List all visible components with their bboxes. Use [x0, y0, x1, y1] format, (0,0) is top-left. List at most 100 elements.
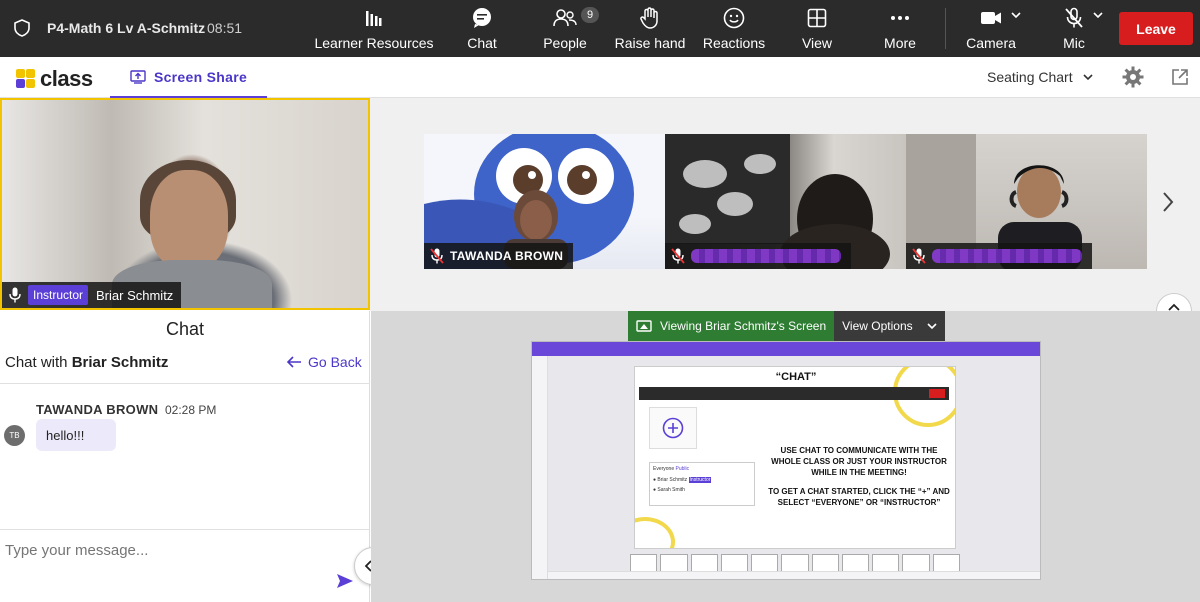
tab-screen-share-label: Screen Share: [153, 68, 248, 85]
participant-gallery: TAWANDA BROWN: [370, 98, 1200, 329]
chat-label: Chat: [467, 35, 497, 51]
participant-name: TAWANDA BROWN: [450, 249, 564, 263]
divider: [0, 383, 370, 384]
raise-hand-button[interactable]: Raise hand: [615, 0, 685, 57]
plus-icon: [662, 417, 684, 439]
screen-share-area: Viewing Briar Schmitz's Screen View Opti…: [371, 311, 1200, 602]
slide-list-item: ● Briar Schmitz Instructor: [653, 477, 712, 483]
chat-recipient: Chat with Briar Schmitz: [5, 354, 168, 371]
video-camera-icon: [979, 6, 1003, 30]
slide-thumbnails: [630, 554, 960, 572]
participant-tile[interactable]: [665, 134, 906, 269]
popout-icon[interactable]: [1171, 68, 1189, 86]
slide-title: “CHAT”: [775, 371, 817, 383]
layout-grid-icon: [805, 6, 829, 30]
learner-resources-button[interactable]: Learner Resources: [314, 0, 434, 57]
instructor-name-label: Instructor Briar Schmitz: [2, 282, 182, 308]
participant-name-label: [665, 243, 851, 269]
slide-recipient-list-image: Everyone Public ● Briar Schmitz Instruct…: [649, 462, 755, 506]
screen-share-icon: [130, 69, 146, 84]
chat-message-input[interactable]: [5, 542, 335, 559]
people-button[interactable]: People 9: [541, 0, 599, 57]
chat-panel-title: Chat: [165, 319, 205, 339]
message-sender: TAWANDA BROWN: [36, 402, 159, 417]
meeting-timer: 08:51: [207, 20, 243, 36]
chat-button[interactable]: Chat: [462, 0, 502, 57]
chat-panel: Chat Chat with Briar Schmitz Go Back TAW…: [0, 311, 392, 602]
class-logo-icon: [16, 69, 36, 89]
view-options-dropdown[interactable]: View Options: [834, 311, 945, 341]
instructor-name: Briar Schmitz: [96, 287, 174, 303]
yellow-swirl-decoration: [635, 517, 675, 548]
gear-icon[interactable]: [1122, 66, 1144, 88]
raise-hand-label: Raise hand: [614, 35, 686, 51]
room-title: P4-Math 6 Lv A-Schmitz: [47, 20, 206, 36]
tab-screen-share[interactable]: Screen Share: [110, 57, 267, 98]
shared-app-toolbar: [532, 342, 1040, 356]
instructor-video-face: [150, 170, 228, 270]
shared-screen-content[interactable]: “CHAT” Everyone Public ● Briar Schmitz I…: [531, 341, 1041, 580]
send-icon[interactable]: [336, 573, 354, 589]
mic-options-chevron-icon[interactable]: [1093, 10, 1103, 20]
leave-button[interactable]: Leave: [1119, 12, 1193, 45]
instructor-video-tile[interactable]: Instructor Briar Schmitz: [0, 98, 370, 310]
mic-button[interactable]: Mic: [1060, 0, 1088, 57]
reactions-label: Reactions: [702, 35, 766, 51]
smiley-icon: [722, 6, 746, 30]
seating-chart-label: Seating Chart: [987, 69, 1073, 85]
participant-name-label: [906, 243, 1092, 269]
mic-icon: [2, 282, 28, 308]
mic-off-icon: [1062, 6, 1086, 30]
camera-button[interactable]: Camera: [965, 0, 1017, 57]
screen-share-banner: Viewing Briar Schmitz's Screen View Opti…: [628, 311, 945, 341]
participant-name-label: TAWANDA BROWN: [424, 243, 574, 269]
mic-label: Mic: [1063, 35, 1085, 51]
avatar: TB: [4, 425, 25, 446]
camera-label: Camera: [966, 35, 1016, 51]
shared-app-sidebar: [532, 356, 548, 579]
meeting-toolbar: P4-Math 6 Lv A-Schmitz 08:51 Learner Res…: [0, 0, 1200, 57]
divider: [0, 529, 370, 530]
slide-plus-button-image: [649, 407, 697, 449]
chat-bubble-icon: [470, 6, 494, 30]
reactions-button[interactable]: Reactions: [703, 0, 765, 57]
chat-with-prefix: Chat with: [5, 354, 68, 371]
slide-leave-button-image: [929, 389, 945, 398]
slide-body-text: USE CHAT TO COMMUNICATE WITH THE WHOLE C…: [765, 445, 953, 508]
view-label: View: [801, 35, 833, 51]
participant-tile[interactable]: TAWANDA BROWN: [424, 134, 665, 269]
presentation-slide: “CHAT” Everyone Public ● Briar Schmitz I…: [634, 366, 956, 549]
books-icon: [362, 6, 386, 30]
mic-muted-icon: [906, 243, 932, 269]
arrow-left-icon: [286, 356, 301, 368]
hand-icon: [638, 6, 662, 30]
more-button[interactable]: More: [881, 0, 919, 57]
camera-options-chevron-icon[interactable]: [1011, 10, 1021, 20]
shared-app-statusbar: [548, 571, 1040, 579]
mic-muted-icon: [665, 243, 691, 269]
toolbar-divider: [945, 8, 946, 49]
redacted-name-scribble: [932, 249, 1082, 263]
shield-icon: [14, 19, 30, 37]
people-label: People: [543, 35, 587, 51]
slide-body-paragraph-2: TO GET A CHAT STARTED, CLICK THE “+” AND…: [768, 487, 950, 507]
screen-icon: [636, 320, 652, 332]
people-count-badge: 9: [581, 7, 599, 23]
chevron-right-icon[interactable]: [1160, 190, 1176, 214]
chat-with-name: Briar Schmitz: [71, 354, 169, 371]
learner-resources-label: Learner Resources: [314, 35, 434, 51]
chevron-down-icon: [927, 323, 937, 330]
people-icon: [553, 6, 577, 30]
go-back-link[interactable]: Go Back: [286, 354, 362, 370]
message-bubble: hello!!!: [36, 419, 116, 451]
viewing-screen-label: Viewing Briar Schmitz's Screen: [628, 311, 835, 341]
mic-muted-icon: [424, 243, 450, 269]
view-button[interactable]: View: [800, 0, 834, 57]
redacted-name-scribble: [691, 249, 841, 263]
seating-chart-dropdown[interactable]: Seating Chart: [987, 69, 1093, 85]
participant-tile[interactable]: [906, 134, 1147, 269]
slide-toolbar-image: [639, 387, 949, 400]
go-back-label: Go Back: [308, 354, 362, 370]
app-header: class Screen Share Seating Chart: [0, 57, 1200, 98]
slide-body-paragraph-1: USE CHAT TO COMMUNICATE WITH THE WHOLE C…: [771, 446, 947, 477]
